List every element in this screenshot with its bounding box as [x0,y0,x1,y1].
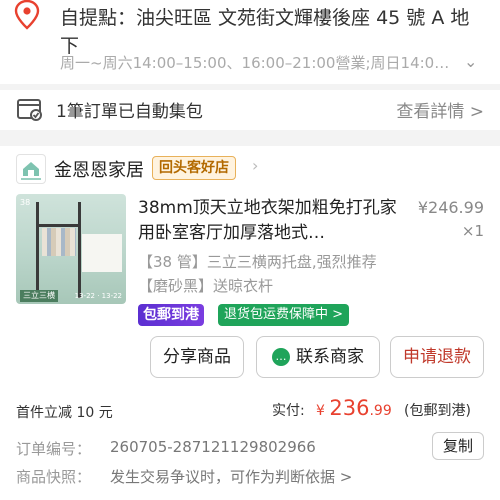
pickup-hours: 周一~周六14:00–15:00、16:00–21:00營業;周日14:0… [60,54,450,72]
thumbnail-label: 三立三横 [20,290,58,302]
chevron-right-icon[interactable]: › [252,156,258,175]
shop-logo[interactable] [16,154,46,184]
divider [0,130,500,146]
shipping-note: (包郵到港) [404,403,471,419]
contact-seller-button[interactable]: … 联系商家 [256,336,380,378]
share-product-button[interactable]: 分享商品 [150,336,244,378]
product-title[interactable]: 38mm顶天立地衣架加粗免打孔家用卧室客厅加厚落地式… [138,196,398,246]
paid-label: 实付: [272,403,305,419]
package-check-icon [17,99,42,121]
hanging-clothes [42,228,76,256]
shelf [82,234,122,272]
product-quantity: ×1 [461,222,484,240]
copy-button[interactable]: 复制 [432,432,484,460]
order-number: 260705-287121129802966 [110,438,316,456]
order-number-label: 订单编号： [16,440,92,458]
batch-label: 1筆訂單已自動集包 [56,102,203,122]
currency-symbol: ¥ [316,403,325,419]
product-price: ¥246.99 [417,198,484,217]
snapshot-label: 商品快照： [16,468,92,486]
shop-badge: 回头客好店 [152,156,236,180]
return-guarantee-tag[interactable]: 退货包运费保障中 > [218,304,350,326]
snapshot-link[interactable]: 发生交易争议时，可作为判断依据 > [110,466,352,487]
rack-pole [78,202,81,298]
discount-note: 首件立减 10 元 [16,405,113,421]
contact-seller-label: 联系商家 [296,347,364,367]
location-pin-icon [14,0,40,30]
paid-amount: ¥ 236.99 [316,396,392,420]
rack-pole [36,202,39,298]
amount-integer: 236 [329,396,370,420]
chat-icon: … [272,348,290,366]
shop-name[interactable]: 金恩恩家居 [54,156,144,182]
product-spec: 【38 管】三立三横两托盘,强烈推荐【磨砂黑】送晾衣杆 [138,253,377,295]
pickup-card: 自提點：油尖旺區 文苑街文輝樓後座 45 號 A 地下 周一~周六14:00–1… [0,0,500,84]
chevron-down-icon[interactable]: ⌄ [464,52,477,71]
batch-card[interactable]: 1筆訂單已自動集包 查看詳情 > [0,90,500,130]
view-details-link[interactable]: 查看詳情 > [396,97,484,122]
amount-decimal: .99 [369,403,392,419]
thumbnail-tag: 38 [20,198,31,207]
house-icon [21,162,41,180]
request-refund-button[interactable]: 申请退款 [390,336,484,378]
rack-bar [36,224,81,227]
order-card: 金恩恩家居 回头客好店 › 38 三立三横 13-22 · 13-22 38mm… [0,146,500,500]
thumbnail-foot: 13-22 · 13-22 [74,292,122,300]
product-thumbnail[interactable]: 38 三立三横 13-22 · 13-22 [16,194,126,304]
free-shipping-tag: 包郵到港 [138,304,204,326]
